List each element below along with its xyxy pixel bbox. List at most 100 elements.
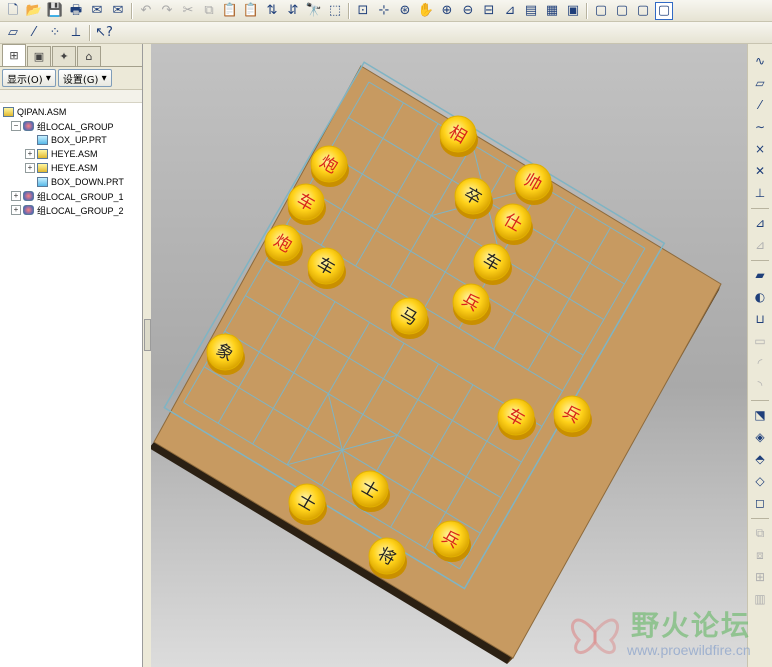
zoom-in-icon[interactable]: ⊕ (438, 2, 456, 20)
wireframe-icon[interactable]: ▢ (592, 2, 610, 20)
toolbar-separator (586, 2, 588, 19)
tab-favorites-icon[interactable]: ✦ (52, 46, 76, 66)
tab-folder-icon[interactable]: ▣ (27, 46, 51, 66)
expand-icon[interactable]: + (11, 191, 21, 201)
csys-icon[interactable]: ⊥ (751, 184, 769, 202)
settings-menu-label: 设置(G) (62, 74, 99, 86)
datum-axis-toggle-icon[interactable]: ⁄ (25, 24, 43, 42)
group-icon (23, 205, 34, 215)
no-hidden-icon[interactable]: ▢ (634, 2, 652, 20)
new-icon[interactable]: 🗋 (4, 2, 22, 20)
datum-point-offset-icon[interactable]: ✕ (751, 162, 769, 180)
refit-icon[interactable]: ⊟ (480, 2, 498, 20)
paste-special-icon[interactable]: 📋 (242, 2, 260, 20)
paste-icon[interactable]: 📋 (221, 2, 239, 20)
merge-icon[interactable]: ⧉ (751, 524, 769, 542)
expand-icon[interactable]: + (25, 163, 35, 173)
tree-node-label: HEYE.ASM (51, 149, 98, 159)
expand-icon[interactable]: + (25, 149, 35, 159)
tab-model-tree-icon[interactable]: ⊞ (2, 44, 26, 66)
trim-icon[interactable]: ◻ (751, 494, 769, 512)
tree-node-label: QIPAN.ASM (17, 107, 67, 117)
collapse-icon[interactable]: − (11, 121, 21, 131)
tree-node[interactable]: + 组LOCAL_GROUP_1 (0, 189, 142, 203)
shell-icon[interactable]: ▭ (751, 332, 769, 350)
butterfly-logo (570, 618, 620, 654)
pattern-icon[interactable]: ⬘ (751, 450, 769, 468)
tree-node-label: HEYE.ASM (51, 163, 98, 173)
expand-icon[interactable]: + (11, 205, 21, 215)
tree-node-label: BOX_DOWN.PRT (51, 177, 124, 187)
select-box-icon[interactable]: ⬚ (326, 2, 344, 20)
assembly-icon (37, 163, 48, 173)
regen-manager-icon[interactable]: ⇵ (284, 2, 302, 20)
layers-icon[interactable]: ▦ (543, 2, 561, 20)
mirror-icon[interactable]: ◇ (751, 472, 769, 490)
hidden-line-icon[interactable]: ▢ (613, 2, 631, 20)
extrude-icon[interactable]: ▰ (751, 266, 769, 284)
component-create-icon[interactable]: ⊿ (751, 236, 769, 254)
chess-piece[interactable]: 相 (439, 115, 478, 157)
redraw-icon[interactable]: ⊡ (354, 2, 372, 20)
datum-curve-icon[interactable]: ∼ (751, 118, 769, 136)
offset-icon[interactable]: ⊞ (751, 568, 769, 586)
find-icon[interactable]: 🔭 (305, 2, 323, 20)
mail-attach-icon[interactable]: ✉ (109, 2, 127, 20)
tree-node[interactable]: + 组LOCAL_GROUP_2 (0, 203, 142, 217)
feature-toolbar: ∿ ▱ ⁄ ∼ × ✕ ⊥ ⊿ ⊿ ▰ ◐ ⊔ ▭ ◜ ◝ ⬔ ◈ ⬘ ◇ ◻ ⧉ ⧈ ⊞ ▥ (747, 44, 772, 667)
tree-node-label: 组LOCAL_GROUP_2 (37, 205, 124, 216)
show-menu-label: 显示(O) (7, 74, 43, 86)
navigator-menus: 显示(O) ▾ 设置(G) ▾ (0, 67, 142, 90)
part-icon (37, 135, 48, 145)
datum-plane-icon[interactable]: ▱ (751, 74, 769, 92)
tree-node[interactable]: QIPAN.ASM (0, 105, 142, 119)
sketch-curve-icon[interactable]: ∿ (751, 52, 769, 70)
show-menu[interactable]: 显示(O) ▾ (2, 69, 56, 87)
tree-node[interactable]: + HEYE.ASM (0, 147, 142, 161)
rib-icon[interactable]: ◜ (751, 354, 769, 372)
hole-icon[interactable]: ⊔ (751, 310, 769, 328)
datum-axis-icon[interactable]: ⁄ (751, 96, 769, 114)
draft-icon[interactable]: ◝ (751, 376, 769, 394)
chevron-down-icon: ▾ (101, 72, 107, 84)
context-help-icon[interactable]: ↖? (95, 24, 113, 42)
mail-icon[interactable]: ✉ (88, 2, 106, 20)
open-icon[interactable]: 📂 (25, 2, 43, 20)
view-manager-icon[interactable]: ▣ (564, 2, 582, 20)
round-icon[interactable]: ⬔ (751, 406, 769, 424)
regenerate-icon[interactable]: ⇅ (263, 2, 281, 20)
copy-icon[interactable]: ⧉ (200, 2, 218, 20)
undo-icon[interactable]: ↶ (137, 2, 155, 20)
reorient-icon[interactable]: ⊿ (501, 2, 519, 20)
graphics-window[interactable]: 相炮帅卒车仕炮车车兵马象车兵士士兵将 ⌐ (151, 44, 747, 667)
csys-toggle-icon[interactable]: ⟂ (67, 24, 85, 42)
save-icon[interactable]: 💾 (46, 2, 64, 20)
chamfer-icon[interactable]: ◈ (751, 428, 769, 446)
panel-splitter[interactable] (143, 44, 151, 667)
pan-icon[interactable]: ✋ (417, 2, 435, 20)
tree-node[interactable]: BOX_DOWN.PRT (0, 175, 142, 189)
redo-icon[interactable]: ↷ (158, 2, 176, 20)
saved-views-icon[interactable]: ▤ (522, 2, 540, 20)
tree-node[interactable]: + HEYE.ASM (0, 161, 142, 175)
component-place-icon[interactable]: ⊿ (751, 214, 769, 232)
print-icon[interactable]: 🖶 (67, 2, 85, 20)
cut-icon[interactable]: ✂ (179, 2, 197, 20)
tree-node[interactable]: − 组LOCAL_GROUP (0, 119, 142, 133)
datum-point-icon[interactable]: × (751, 140, 769, 158)
datum-plane-toggle-icon[interactable]: ▱ (4, 24, 22, 42)
chess-piece[interactable]: 帅 (514, 163, 553, 205)
datum-point-toggle-icon[interactable]: ⁘ (46, 24, 64, 42)
collapse-handle[interactable] (144, 319, 151, 351)
intersect-icon[interactable]: ⧈ (751, 546, 769, 564)
spin-center-icon[interactable]: ⊹ (375, 2, 393, 20)
zoom-out-icon[interactable]: ⊖ (459, 2, 477, 20)
toolbar-separator (751, 208, 769, 209)
revolve-icon[interactable]: ◐ (751, 288, 769, 306)
assembly-icon (37, 149, 48, 159)
tree-node[interactable]: BOX_UP.PRT (0, 133, 142, 147)
orient-mode-icon[interactable]: ⊛ (396, 2, 414, 20)
settings-menu[interactable]: 设置(G) ▾ (57, 69, 112, 87)
tab-connections-icon[interactable]: ⌂ (77, 46, 101, 66)
shading-icon[interactable]: ▢ (655, 1, 673, 20)
